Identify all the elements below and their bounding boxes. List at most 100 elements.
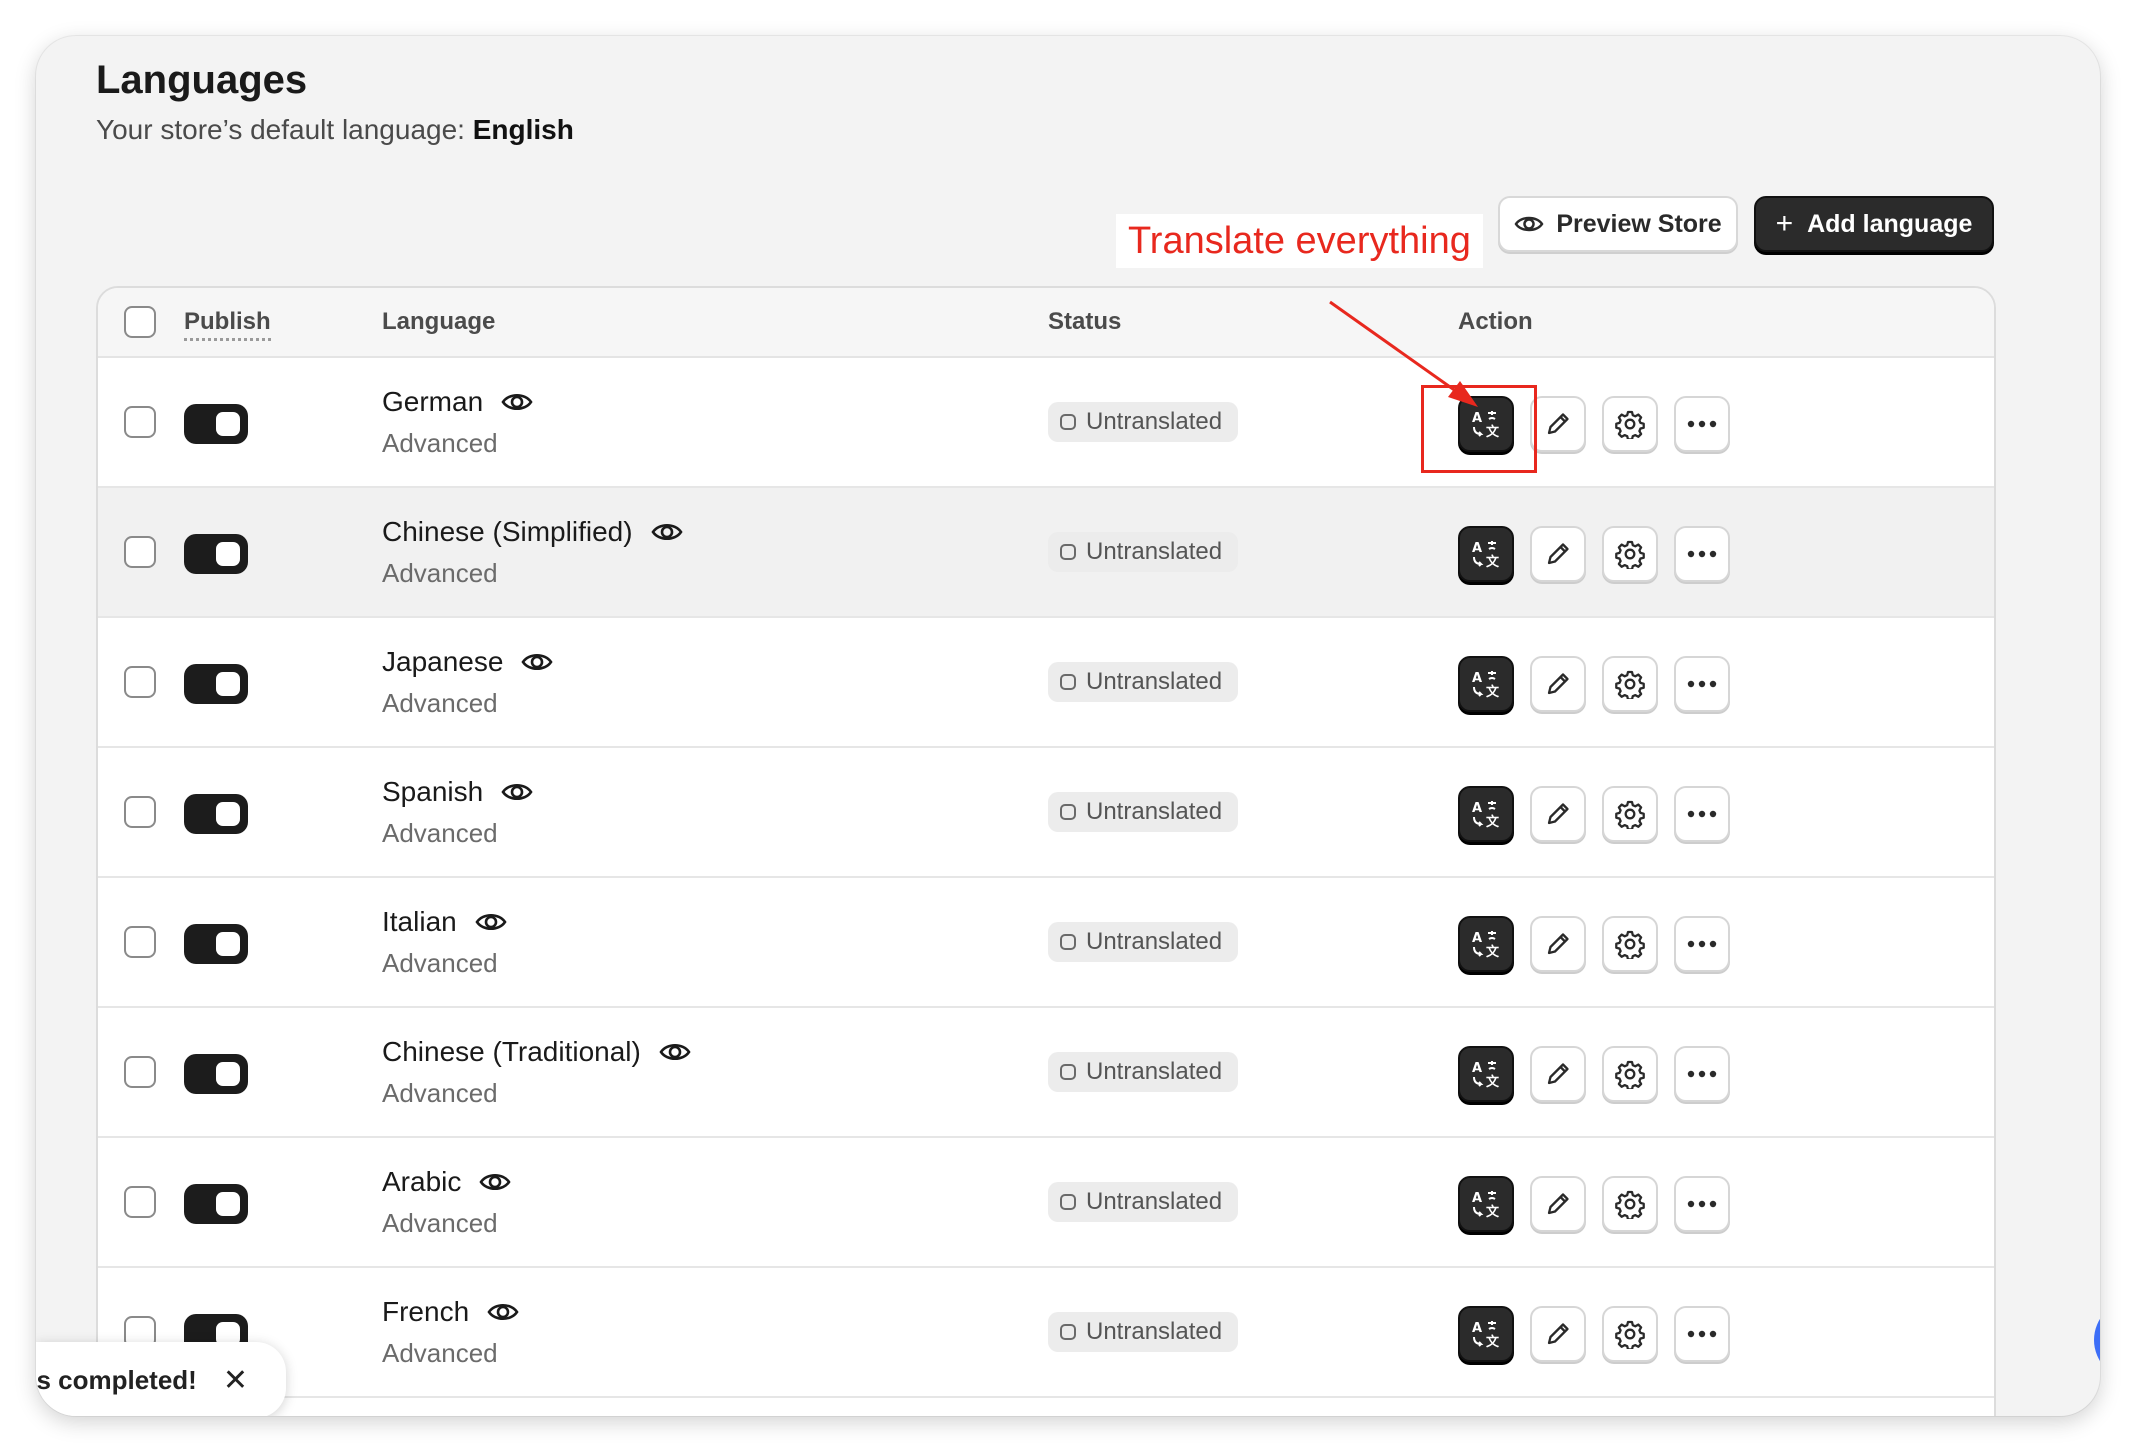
status-text: Untranslated [1086,1188,1223,1215]
language-name: Chinese (Simplified) [382,516,683,548]
edit-button[interactable] [1530,396,1586,452]
translate-icon: A 文 [1472,1321,1500,1349]
row-checkbox[interactable] [124,666,156,698]
translate-button[interactable]: A 文 [1458,1046,1514,1102]
select-all-checkbox[interactable] [124,306,156,338]
edit-button[interactable] [1530,1176,1586,1232]
more-actions-button[interactable] [1674,526,1730,582]
status-badge: Untranslated [1048,662,1239,702]
eye-icon[interactable] [479,1170,511,1194]
svg-text:A: A [1472,541,1482,556]
edit-button[interactable] [1530,526,1586,582]
gear-icon [1615,670,1645,699]
translate-button[interactable]: A 文 [1458,1176,1514,1232]
language-name: Arabic [382,1166,511,1198]
row-checkbox[interactable] [124,926,156,958]
add-language-label: Add language [1807,209,1973,238]
settings-button[interactable] [1602,1046,1658,1102]
publish-toggle[interactable] [184,404,248,444]
translate-icon: A 文 [1472,1191,1500,1219]
language-name: German [382,386,533,418]
table-row: Italian Advanced Untranslated A 文 [98,878,1994,1008]
publish-toggle[interactable] [184,1184,248,1224]
settings-button[interactable] [1602,916,1658,972]
publish-toggle[interactable] [184,534,248,574]
add-language-button[interactable]: + Add language [1754,196,1994,252]
edit-button[interactable] [1530,656,1586,712]
eye-icon[interactable] [650,520,683,544]
more-actions-button[interactable] [1674,1176,1730,1232]
eye-icon [1514,216,1544,232]
row-checkbox[interactable] [124,1056,156,1088]
language-name-text: French [382,1296,470,1327]
settings-button[interactable] [1602,786,1658,842]
translate-icon: A 文 [1472,801,1500,829]
pencil-icon [1547,1193,1569,1215]
translate-icon: A 文 [1472,671,1500,699]
column-language: Language [382,308,496,335]
svg-text:文: 文 [1486,1074,1500,1089]
translate-button[interactable]: A 文 [1458,656,1514,712]
svg-text:文: 文 [1486,1204,1500,1219]
publish-toggle[interactable] [184,664,248,704]
more-actions-button[interactable] [1674,396,1730,452]
chat-launcher-button[interactable] [2094,1300,2100,1380]
eye-icon[interactable] [475,910,507,934]
settings-button[interactable] [1602,1306,1658,1362]
column-action: Action [1458,308,1533,335]
translate-button[interactable]: A 文 [1458,786,1514,842]
language-subtitle: Advanced [382,1338,498,1368]
publish-toggle[interactable] [184,1054,248,1094]
language-subtitle: Advanced [382,558,498,588]
publish-toggle[interactable] [184,924,248,964]
language-subtitle: Advanced [382,1078,498,1108]
preview-store-button[interactable]: Preview Store [1498,196,1738,252]
edit-button[interactable] [1530,1306,1586,1362]
eye-icon[interactable] [487,1300,519,1324]
translate-button[interactable]: A 文 [1458,1306,1514,1362]
language-name: Chinese (Traditional) [382,1036,691,1068]
more-actions-button[interactable] [1674,916,1730,972]
publish-toggle[interactable] [184,794,248,834]
language-name: Italian [382,906,507,938]
row-checkbox[interactable] [124,536,156,568]
language-name: Japanese [382,646,554,678]
settings-button[interactable] [1602,656,1658,712]
more-horizontal-icon [1687,550,1717,558]
more-actions-button[interactable] [1674,656,1730,712]
app-window: Languages Your store’s default language:… [36,36,2100,1416]
edit-button[interactable] [1530,916,1586,972]
settings-button[interactable] [1602,1176,1658,1232]
pencil-icon [1547,1323,1569,1345]
language-subtitle: Advanced [382,688,498,718]
status-badge: Untranslated [1048,402,1239,442]
settings-button[interactable] [1602,396,1658,452]
more-horizontal-icon [1687,420,1717,428]
eye-icon[interactable] [659,1040,691,1064]
status-text: Untranslated [1086,1058,1223,1085]
row-checkbox[interactable] [124,1186,156,1218]
language-name-text: Japanese [382,646,504,677]
more-actions-button[interactable] [1674,1306,1730,1362]
settings-button[interactable] [1602,526,1658,582]
gear-icon [1615,800,1645,829]
row-checkbox[interactable] [124,796,156,828]
more-actions-button[interactable] [1674,1046,1730,1102]
status-text: Untranslated [1086,798,1223,825]
close-icon[interactable]: ✕ [223,1363,248,1398]
annotation-highlight-box [1421,385,1537,473]
status-badge: Untranslated [1048,792,1239,832]
status-dot-icon [1060,1324,1076,1340]
edit-button[interactable] [1530,1046,1586,1102]
translate-button[interactable]: A 文 [1458,916,1514,972]
more-actions-button[interactable] [1674,786,1730,842]
eye-icon[interactable] [521,650,554,674]
table-row: Spanish Advanced Untranslated A 文 [98,748,1994,878]
edit-button[interactable] [1530,786,1586,842]
default-language: English [472,114,574,145]
translate-button[interactable]: A 文 [1458,526,1514,582]
eye-icon[interactable] [501,390,533,414]
row-checkbox[interactable] [124,406,156,438]
eye-icon[interactable] [501,780,533,804]
table-row: Chinese (Simplified) Advanced Untranslat… [98,488,1994,618]
